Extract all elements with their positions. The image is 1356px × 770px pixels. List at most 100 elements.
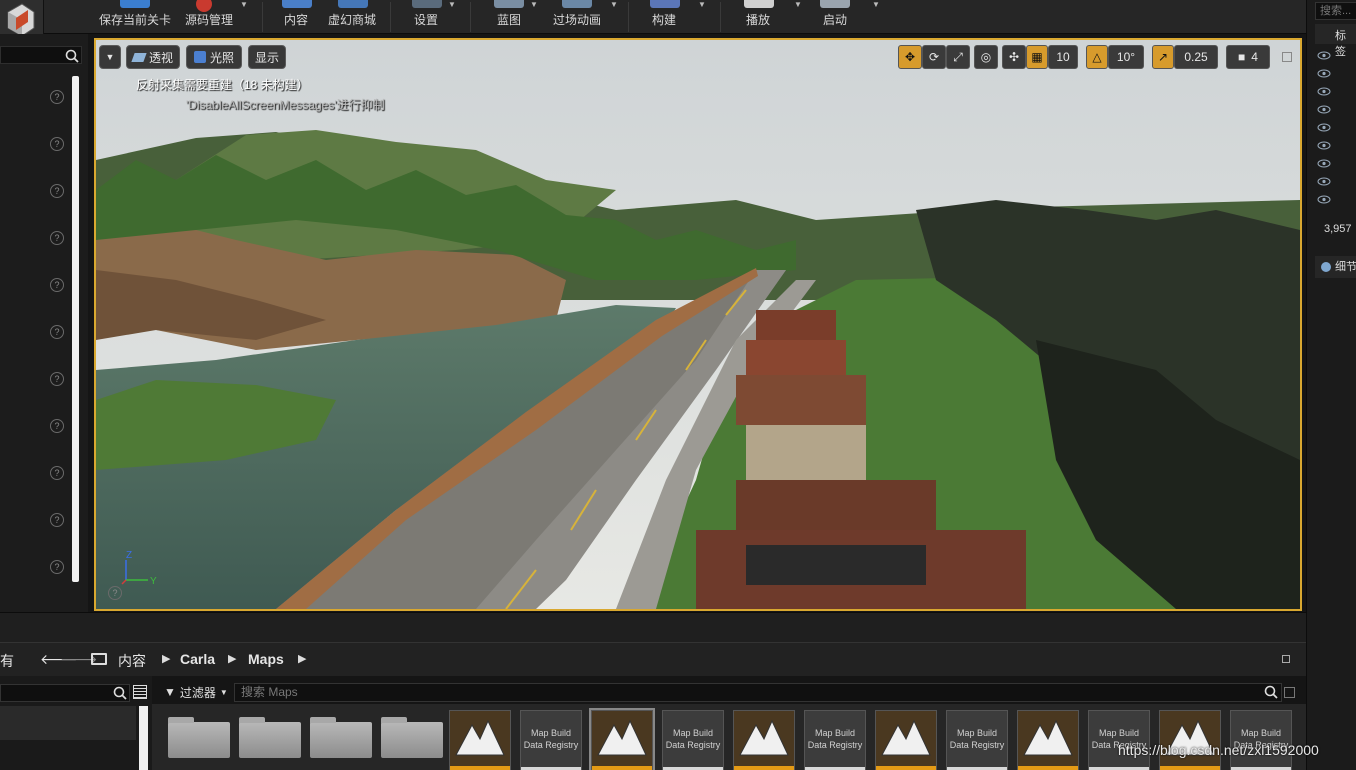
cinematics-button[interactable]: 过场动画: [552, 0, 602, 34]
help-icon[interactable]: ?: [50, 513, 64, 527]
help-icon[interactable]: ?: [50, 278, 64, 292]
build-data-tile[interactable]: Map Build Data Registry: [946, 710, 1008, 770]
camera-icon: ■: [1238, 50, 1246, 64]
breadcrumb-item[interactable]: 内容: [118, 651, 146, 671]
asset-search-input[interactable]: 搜索 Maps: [234, 683, 1282, 702]
settings-dropdown-icon[interactable]: ▼: [448, 0, 458, 9]
folder-tile[interactable]: [168, 717, 230, 758]
source-control-button[interactable]: 源码管理: [184, 0, 234, 34]
scale-tool-button[interactable]: ⤢: [946, 45, 970, 69]
visibility-eye-icon[interactable]: [1317, 195, 1331, 204]
map-asset-tile[interactable]: [449, 710, 511, 770]
details-tab[interactable]: 细节: [1315, 256, 1356, 278]
build-data-tile[interactable]: Map Build Data Registry: [520, 710, 582, 770]
help-icon[interactable]: ?: [50, 90, 64, 104]
visibility-eye-icon[interactable]: [1317, 177, 1331, 186]
panel-divider: [0, 612, 1306, 642]
lock-icon[interactable]: [1282, 655, 1290, 663]
map-asset-tile[interactable]: [1017, 710, 1079, 770]
search-icon[interactable]: [1264, 685, 1278, 699]
translate-tool-button[interactable]: ✥: [898, 45, 922, 69]
settings-button[interactable]: 设置: [412, 0, 442, 34]
source-control-dropdown-icon[interactable]: ▼: [240, 0, 250, 9]
build-data-tile[interactable]: Map Build Data Registry: [1230, 710, 1292, 770]
visibility-eye-icon[interactable]: [1317, 141, 1331, 150]
chevron-right-icon[interactable]: ▶: [298, 652, 306, 665]
build-data-tile[interactable]: Map Build Data Registry: [662, 710, 724, 770]
build-button[interactable]: 构建: [650, 0, 680, 34]
scale-snap-value[interactable]: 0.25: [1174, 45, 1218, 69]
folder-open-icon[interactable]: [91, 653, 107, 665]
scale-snap-toggle[interactable]: ↗: [1152, 45, 1174, 69]
help-icon[interactable]: ?: [50, 419, 64, 433]
level-viewport[interactable]: ▼ 透视 光照 显示 反射采集需要重建（18 未构建） 'DisableAllS…: [94, 38, 1302, 611]
folder-tile[interactable]: [310, 717, 372, 758]
visibility-eye-icon[interactable]: [1317, 159, 1331, 168]
search-icon[interactable]: [113, 686, 127, 700]
selected-folder-row[interactable]: [0, 706, 136, 740]
sources-toggle-label[interactable]: 有: [0, 651, 14, 671]
sources-scrollbar[interactable]: [139, 706, 148, 770]
visibility-eye-icon[interactable]: [1317, 105, 1331, 114]
show-flags-button[interactable]: 显示: [248, 45, 286, 69]
breadcrumb-item[interactable]: Maps: [248, 651, 284, 667]
sources-search-input[interactable]: [0, 684, 130, 702]
visibility-eye-icon[interactable]: [1317, 69, 1331, 78]
rotation-snap-value[interactable]: 10°: [1108, 45, 1144, 69]
rotate-tool-button[interactable]: ⟳: [922, 45, 946, 69]
scale-icon: ⤢: [953, 49, 963, 64]
left-scrollbar[interactable]: [72, 76, 79, 582]
maximize-viewport-icon[interactable]: [1282, 52, 1292, 62]
help-icon[interactable]: ?: [50, 231, 64, 245]
visibility-eye-icon[interactable]: [1317, 87, 1331, 96]
surface-snap-button[interactable]: ✣: [1002, 45, 1026, 69]
filters-button[interactable]: ▼ 过滤器 ▼: [164, 682, 228, 702]
play-button[interactable]: 播放: [744, 0, 774, 34]
perspective-button[interactable]: 透视: [126, 45, 180, 69]
build-data-tile[interactable]: Map Build Data Registry: [804, 710, 866, 770]
cinematics-dropdown-icon[interactable]: ▼: [610, 0, 620, 9]
folder-tile[interactable]: [239, 717, 301, 758]
blueprints-dropdown-icon[interactable]: ▼: [530, 0, 540, 9]
blueprints-button[interactable]: 蓝图: [494, 0, 524, 34]
list-view-icon[interactable]: [133, 685, 147, 699]
search-icon[interactable]: [65, 49, 79, 63]
folder-tile[interactable]: [381, 717, 443, 758]
map-asset-tile[interactable]: [1159, 710, 1221, 770]
scale-snap-icon: ↗: [1157, 50, 1169, 64]
outliner-search-input[interactable]: 搜索...: [1315, 2, 1356, 20]
marketplace-button[interactable]: 虚幻商城: [328, 0, 376, 34]
chevron-right-icon[interactable]: ▶: [228, 652, 236, 665]
world-local-button[interactable]: ◎: [974, 45, 998, 69]
camera-speed-button[interactable]: ■ 4: [1226, 45, 1270, 69]
content-button[interactable]: 内容: [282, 0, 312, 34]
lit-mode-button[interactable]: 光照: [186, 45, 242, 69]
save-search-icon[interactable]: [1284, 687, 1295, 698]
help-icon[interactable]: ?: [50, 137, 64, 151]
chevron-right-icon[interactable]: ▶: [162, 652, 170, 665]
launch-button[interactable]: 启动: [820, 0, 850, 34]
map-asset-tile[interactable]: [589, 708, 655, 770]
rotation-snap-toggle[interactable]: △: [1086, 45, 1108, 69]
viewport-options-button[interactable]: ▼: [99, 45, 121, 69]
build-data-tile[interactable]: Map Build Data Registry: [1088, 710, 1150, 770]
play-dropdown-icon[interactable]: ▼: [794, 0, 804, 9]
help-icon[interactable]: ?: [108, 586, 122, 600]
map-asset-tile[interactable]: [733, 710, 795, 770]
map-type-bar: [1160, 766, 1220, 770]
map-asset-tile[interactable]: [875, 710, 937, 770]
label-column-header[interactable]: 标签: [1335, 27, 1356, 59]
help-icon[interactable]: ?: [50, 560, 64, 574]
grid-snap-value[interactable]: 10: [1048, 45, 1078, 69]
help-icon[interactable]: ?: [50, 184, 64, 198]
visibility-eye-icon[interactable]: [1317, 51, 1331, 60]
help-icon[interactable]: ?: [50, 325, 64, 339]
help-icon[interactable]: ?: [50, 372, 64, 386]
visibility-eye-icon[interactable]: [1317, 123, 1331, 132]
help-icon[interactable]: ?: [50, 466, 64, 480]
build-dropdown-icon[interactable]: ▼: [698, 0, 708, 9]
launch-dropdown-icon[interactable]: ▼: [872, 0, 882, 9]
breadcrumb-item[interactable]: Carla: [180, 651, 215, 667]
save-level-button[interactable]: 保存当前关卡: [98, 0, 172, 34]
grid-snap-toggle[interactable]: ▦: [1026, 45, 1048, 69]
